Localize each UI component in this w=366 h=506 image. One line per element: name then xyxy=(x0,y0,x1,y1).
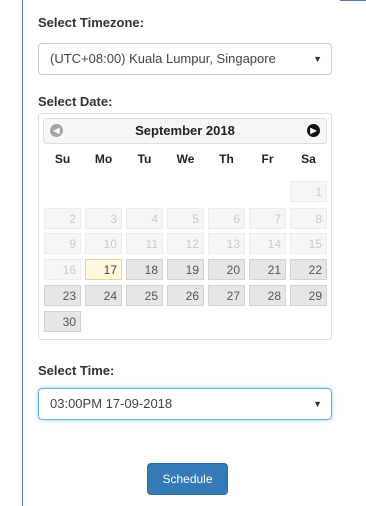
calendar-day[interactable]: 18 xyxy=(126,259,163,280)
chevron-down-icon: ▼ xyxy=(313,54,322,64)
calendar-day: 9 xyxy=(44,233,81,254)
prev-month-icon[interactable]: ◀ xyxy=(50,124,63,137)
calendar-day[interactable]: 25 xyxy=(126,285,163,306)
weekday-header: We xyxy=(176,152,195,166)
calendar-day: 1 xyxy=(290,181,327,202)
calendar-day: 6 xyxy=(208,208,245,229)
timezone-select[interactable]: (UTC+08:00) Kuala Lumpur, Singapore ▼ xyxy=(38,43,332,75)
next-month-icon[interactable]: ▶ xyxy=(307,124,320,137)
calendar-day: 8 xyxy=(290,208,327,229)
calendar-day: 4 xyxy=(126,208,163,229)
month-title: September 2018 xyxy=(135,123,235,138)
calendar-day: 12 xyxy=(167,233,204,254)
calendar-day: 11 xyxy=(126,233,163,254)
weekday-header: Sa xyxy=(301,152,316,166)
weekday-header: Fr xyxy=(261,152,274,166)
calendar-day: 5 xyxy=(167,208,204,229)
calendar-day[interactable]: 30 xyxy=(44,311,81,332)
calendar-day[interactable]: 24 xyxy=(85,285,122,306)
timezone-value: (UTC+08:00) Kuala Lumpur, Singapore xyxy=(50,51,276,66)
calendar-header: ◀ September 2018 ▶ xyxy=(43,118,327,144)
calendar-day[interactable]: 21 xyxy=(249,259,286,280)
chevron-down-icon: ▼ xyxy=(313,399,322,409)
calendar-day[interactable]: 17 xyxy=(85,259,122,280)
calendar-day: 7 xyxy=(249,208,286,229)
schedule-button[interactable]: Schedule xyxy=(147,463,228,495)
panel-left-border xyxy=(22,0,23,506)
calendar-day: 14 xyxy=(249,233,286,254)
calendar-day: 3 xyxy=(85,208,122,229)
calendar-day[interactable]: 22 xyxy=(290,259,327,280)
calendar-day[interactable]: 23 xyxy=(44,285,81,306)
panel-top-border xyxy=(340,0,366,1)
calendar-day[interactable]: 28 xyxy=(249,285,286,306)
weekday-header: Tu xyxy=(137,152,152,166)
calendar-day[interactable]: 26 xyxy=(167,285,204,306)
calendar-day[interactable]: 20 xyxy=(208,259,245,280)
calendar-day[interactable]: 27 xyxy=(208,285,245,306)
calendar-day: 10 xyxy=(85,233,122,254)
time-select[interactable]: 03:00PM 17-09-2018 ▼ xyxy=(38,388,332,420)
weekday-header: Mo xyxy=(94,152,113,166)
time-label: Select Time: xyxy=(38,363,115,378)
timezone-label: Select Timezone: xyxy=(38,15,144,30)
calendar-day: 16 xyxy=(44,259,81,280)
calendar-day: 13 xyxy=(208,233,245,254)
calendar-day[interactable]: 19 xyxy=(167,259,204,280)
weekday-header: Th xyxy=(219,152,234,166)
calendar-day: 2 xyxy=(44,208,81,229)
calendar-day[interactable]: 29 xyxy=(290,285,327,306)
calendar: ◀ September 2018 ▶ Su Mo Tu We Th Fr Sa 123456… xyxy=(38,113,332,340)
time-value: 03:00PM 17-09-2018 xyxy=(50,396,173,411)
date-label: Select Date: xyxy=(38,94,113,109)
weekday-header: Su xyxy=(54,152,71,166)
calendar-day: 15 xyxy=(290,233,327,254)
